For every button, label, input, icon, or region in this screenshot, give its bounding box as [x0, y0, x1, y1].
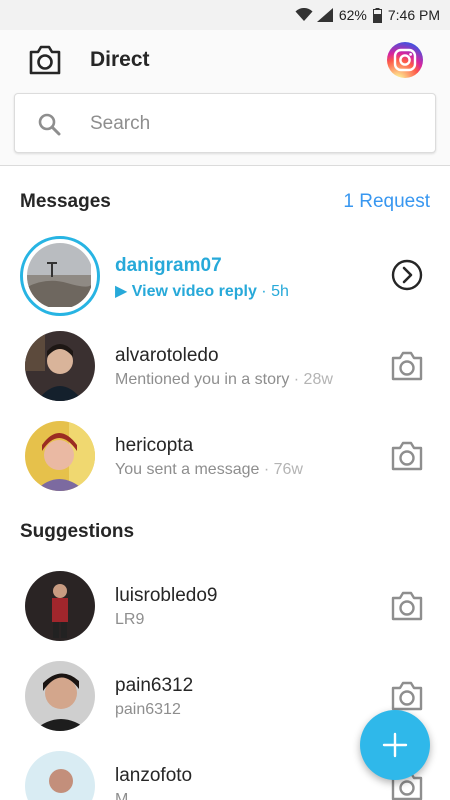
message-row[interactable]: alvarotoledo Mentioned you in a story · …	[0, 320, 450, 410]
search-input[interactable]	[90, 108, 410, 140]
avatar-image	[25, 331, 95, 401]
timestamp: · 5h	[256, 283, 289, 300]
preview-text: ▶ View video reply	[115, 283, 257, 300]
timestamp: · 76w	[259, 461, 303, 478]
message-preview: Mentioned you in a story · 28w	[115, 371, 333, 389]
avatar[interactable]	[25, 571, 95, 641]
camera-icon[interactable]	[390, 440, 424, 472]
username: pain6312	[115, 675, 194, 696]
signal-icon	[316, 8, 333, 22]
avatar-image	[25, 421, 95, 491]
wifi-icon	[295, 8, 313, 21]
status-bar: 62% 7:46 PM	[0, 0, 450, 30]
camera-icon[interactable]	[390, 350, 424, 382]
avatar-image	[27, 243, 91, 307]
avatar[interactable]	[25, 661, 95, 731]
full-name: LR9	[115, 611, 145, 628]
instagram-icon[interactable]	[387, 42, 423, 78]
camera-icon[interactable]	[28, 44, 62, 76]
search-box[interactable]	[14, 93, 436, 153]
username: lanzofoto	[115, 765, 193, 786]
message-preview: ▶ View video reply · 5h	[115, 281, 289, 301]
message-row[interactable]: danigram07 ▶ View video reply · 5h	[0, 230, 450, 320]
new-message-button[interactable]	[360, 710, 430, 780]
preview-text: Mentioned you in a story	[115, 371, 290, 388]
suggestions-heading: Suggestions	[20, 521, 135, 542]
suggestion-row[interactable]: luisrobledo9 LR9	[0, 560, 450, 650]
request-link[interactable]: 1 Request	[343, 191, 430, 213]
battery-percent: 62%	[338, 7, 367, 23]
search-area	[0, 90, 450, 166]
page-title: Direct	[90, 48, 150, 71]
avatar-image	[25, 571, 95, 641]
instagram-glyph-icon	[393, 48, 417, 72]
avatar-image	[25, 751, 95, 800]
avatar-image	[25, 661, 95, 731]
status-icons	[295, 8, 333, 22]
clock: 7:46 PM	[387, 7, 440, 23]
avatar[interactable]	[25, 421, 95, 491]
username: hericopta	[115, 435, 194, 456]
preview-text: You sent a message	[115, 461, 260, 478]
full-name: M	[115, 791, 129, 800]
timestamp: · 28w	[289, 371, 333, 388]
battery-icon	[372, 7, 382, 23]
header: Direct	[0, 30, 450, 90]
chevron-right-circle-icon[interactable]	[390, 259, 424, 291]
camera-icon[interactable]	[390, 680, 424, 712]
username: alvarotoledo	[115, 345, 219, 366]
plus-icon	[382, 732, 408, 758]
messages-heading: Messages	[20, 191, 111, 212]
camera-icon[interactable]	[390, 590, 424, 622]
full-name: pain6312	[115, 701, 181, 718]
avatar[interactable]	[25, 331, 95, 401]
avatar[interactable]	[25, 751, 95, 800]
username: luisrobledo9	[115, 585, 218, 606]
username: danigram07	[115, 255, 222, 276]
search-icon	[38, 113, 61, 136]
avatar[interactable]	[20, 236, 100, 316]
message-preview: You sent a message · 76w	[115, 461, 303, 479]
message-row[interactable]: hericopta You sent a message · 76w	[0, 410, 450, 500]
